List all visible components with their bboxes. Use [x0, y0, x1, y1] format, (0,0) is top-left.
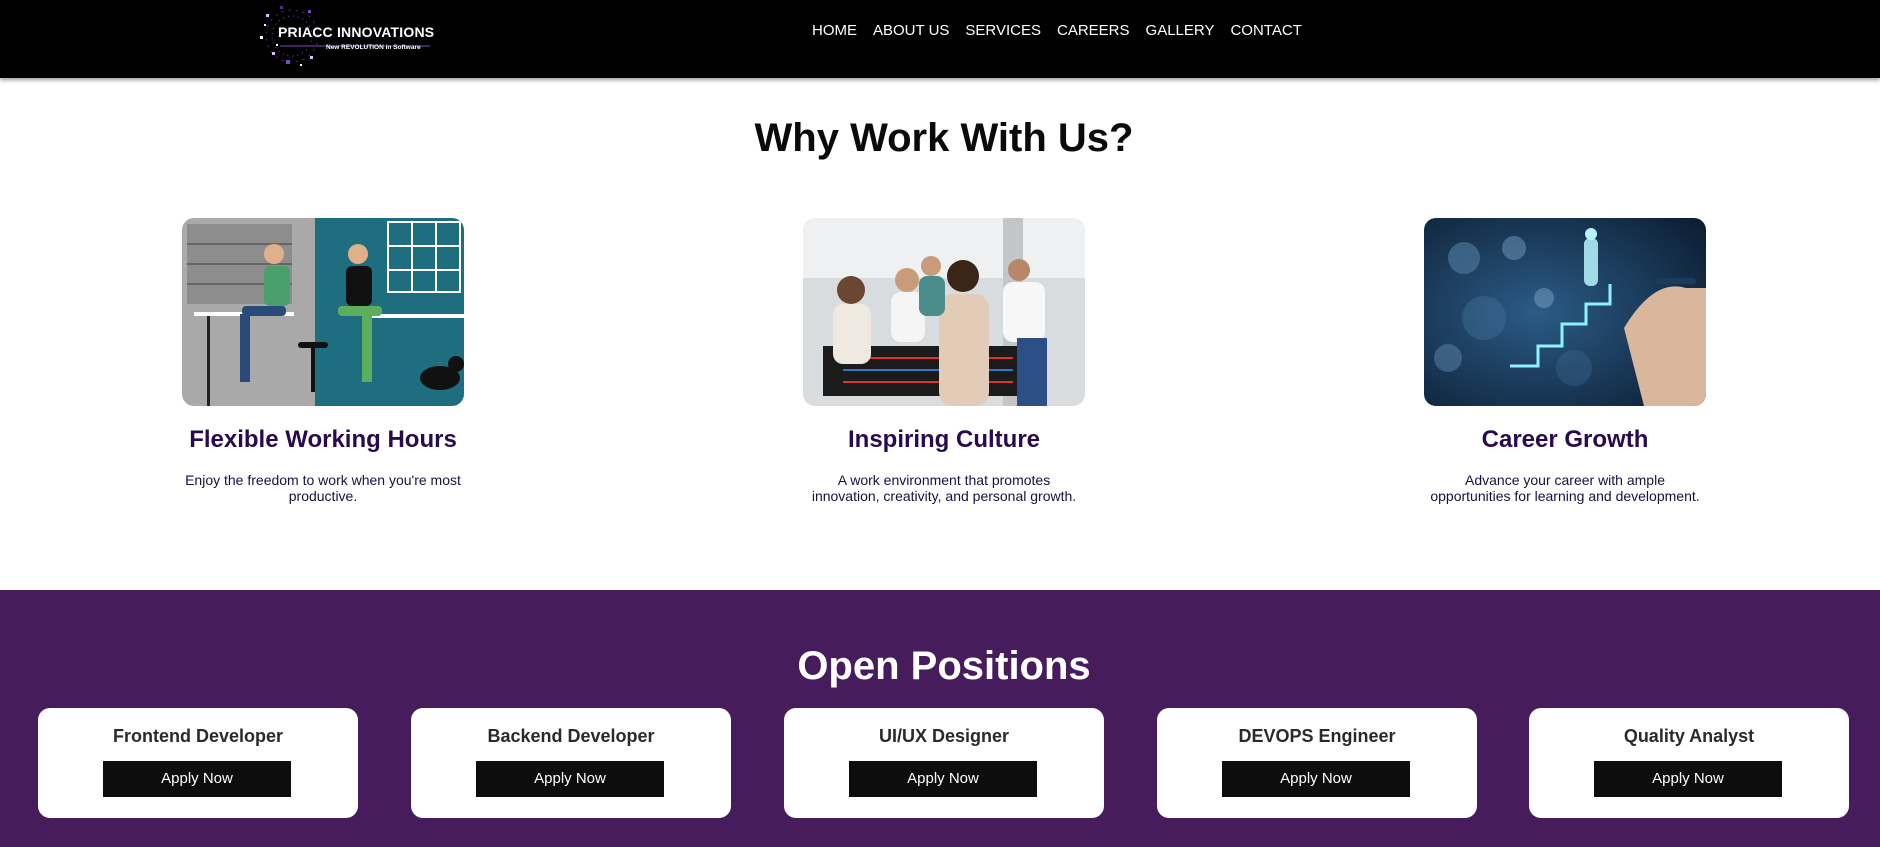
feature-card-career-growth: Career Growth Advance your career with a…	[1424, 218, 1706, 504]
why-section-title: Why Work With Us?	[754, 116, 1134, 160]
job-title: Frontend Developer	[112, 726, 284, 746]
feature-title: Flexible Working Hours	[189, 426, 457, 453]
feature-card-inspiring-culture: Inspiring Culture A work environment tha…	[803, 218, 1085, 504]
job-card-frontend-developer: Frontend Developer Apply Now	[38, 708, 358, 818]
open-positions-section: Open Positions Frontend Developer Apply …	[0, 590, 1880, 847]
job-card-backend-developer: Backend Developer Apply Now	[411, 708, 731, 818]
job-card-quality-analyst: Quality Analyst Apply Now	[1529, 708, 1849, 818]
nav-careers[interactable]: CAREERS	[1057, 22, 1130, 40]
feature-description: Enjoy the freedom to work when you're mo…	[185, 472, 461, 504]
site-header: PRIACC INNOVATIONS New REVOLUTION in Sof…	[0, 0, 1880, 78]
nav-about-us[interactable]: ABOUT US	[873, 22, 949, 40]
apply-now-button[interactable]: Apply Now	[849, 761, 1037, 797]
apply-now-button[interactable]: Apply Now	[103, 761, 291, 797]
inspiring-culture-photo	[803, 218, 1085, 406]
feature-description: Advance your career with ample opportuni…	[1430, 472, 1700, 504]
company-logo[interactable]: PRIACC INNOVATIONS New REVOLUTION in Sof…	[250, 0, 440, 72]
career-growth-photo	[1424, 218, 1706, 406]
job-title: DEVOPS Engineer	[1238, 726, 1396, 746]
nav-services[interactable]: SERVICES	[965, 22, 1041, 40]
positions-section-title: Open Positions	[797, 644, 1091, 688]
main-nav: HOME ABOUT US SERVICES CAREERS GALLERY C…	[812, 22, 1318, 40]
job-title: Quality Analyst	[1623, 726, 1755, 746]
logo-title: PRIACC INNOVATIONS	[278, 24, 435, 40]
job-card-ui-ux-designer: UI/UX Designer Apply Now	[784, 708, 1104, 818]
apply-now-button[interactable]: Apply Now	[476, 761, 664, 797]
job-title: Backend Developer	[487, 726, 655, 746]
nav-gallery[interactable]: GALLERY	[1146, 22, 1215, 40]
job-card-devops-engineer: DEVOPS Engineer Apply Now	[1157, 708, 1477, 818]
nav-home[interactable]: HOME	[812, 22, 857, 40]
flexible-hours-illustration	[182, 218, 464, 406]
apply-now-button[interactable]: Apply Now	[1222, 761, 1410, 797]
feature-title: Inspiring Culture	[848, 426, 1040, 453]
apply-now-button[interactable]: Apply Now	[1594, 761, 1782, 797]
feature-card-flexible-hours: Flexible Working Hours Enjoy the freedom…	[182, 218, 464, 504]
nav-contact[interactable]: CONTACT	[1230, 22, 1301, 40]
logo-tagline: New REVOLUTION in Software	[326, 44, 421, 51]
feature-title: Career Growth	[1481, 426, 1649, 453]
job-title: UI/UX Designer	[878, 726, 1010, 746]
feature-description: A work environment that promotes innovat…	[811, 472, 1077, 504]
